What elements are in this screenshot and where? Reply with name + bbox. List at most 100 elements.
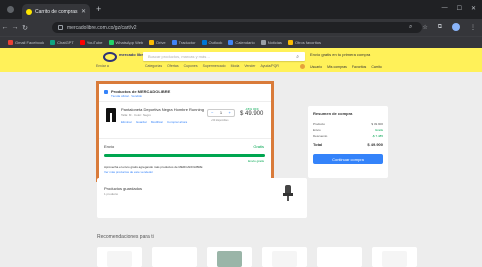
saved-products-card[interactable]: Productos guardados 1 producto xyxy=(97,178,307,218)
saved-title: Productos guardados xyxy=(104,186,143,191)
bookmark-item[interactable]: Traductor xyxy=(171,40,196,45)
category-link[interactable]: Cupones xyxy=(184,64,198,68)
search-icon[interactable]: ⌕ xyxy=(296,54,299,60)
recommendation-image xyxy=(272,251,297,267)
minimize-icon[interactable]: — xyxy=(442,5,448,12)
saved-count[interactable]: 1 producto xyxy=(104,192,118,196)
window-controls: — ☐ ✕ xyxy=(442,5,476,12)
recommendation-image xyxy=(327,251,352,267)
bookmark-item[interactable]: Outlook xyxy=(201,40,222,45)
close-tab-icon[interactable]: ✕ xyxy=(81,8,86,15)
browser-tab-active[interactable]: Carrito de compras ✕ xyxy=(22,4,90,19)
category-link[interactable]: Vender xyxy=(244,64,255,68)
recommendation-card[interactable] xyxy=(207,247,252,267)
bookmark-item[interactable]: WhatsApp Web xyxy=(108,40,143,45)
recommendations-title: Recomendaciones para ti xyxy=(97,234,154,240)
window-menu-icon[interactable] xyxy=(7,6,14,13)
profile-avatar-icon[interactable] xyxy=(452,23,460,31)
maximize-icon[interactable]: ☐ xyxy=(457,5,462,12)
bookmark-label: Drive xyxy=(156,40,166,45)
bookmark-favicon-icon xyxy=(171,40,177,45)
recommendation-card[interactable] xyxy=(262,247,307,267)
continue-purchase-button[interactable]: Continuar compra xyxy=(313,154,383,164)
tab-title: Carrito de compras xyxy=(35,8,78,15)
bookmark-item[interactable]: Gmail Facebook xyxy=(8,40,44,45)
bookmark-favicon-icon xyxy=(287,40,293,45)
bookmark-label: YouTube xyxy=(86,40,103,45)
bookmark-favicon-icon xyxy=(79,40,85,45)
category-nav: Categorías Ofertas Cupones Supermercado Moda… xyxy=(145,64,279,68)
total-label: Total xyxy=(313,142,323,147)
summary-row-value: -$ 7.485 xyxy=(371,134,383,138)
office-chair-image[interactable] xyxy=(283,185,293,201)
purchase-summary: Resumen de compra Producto $ 49.900 Enví… xyxy=(308,106,388,178)
bookmark-star-icon[interactable]: ☆ xyxy=(422,24,427,31)
summary-row-value: $ 49.900 xyxy=(371,122,383,126)
summary-row: Descuento -$ 7.485 xyxy=(313,134,383,138)
category-link[interactable]: Categorías xyxy=(145,64,162,68)
summary-title: Resumen de compra xyxy=(313,111,353,116)
bookmark-item[interactable]: YouTube xyxy=(79,40,103,45)
new-tab-icon[interactable]: + xyxy=(96,5,101,14)
bookmark-label: Gmail Facebook xyxy=(15,40,45,45)
search-input[interactable]: Buscar productos, marcas y más… xyxy=(148,54,210,59)
bookmark-item[interactable]: Otros favoritos xyxy=(287,40,321,45)
summary-row-label: Envío xyxy=(313,128,321,132)
menu-kebab-icon[interactable]: ⋮ xyxy=(470,24,476,31)
reload-icon[interactable]: ↻ xyxy=(20,24,30,32)
bookmark-item[interactable]: Noticias xyxy=(260,40,282,45)
category-link[interactable]: Moda xyxy=(231,64,240,68)
recommendation-image xyxy=(107,251,132,267)
back-icon[interactable]: ← xyxy=(0,24,10,31)
bookmark-favicon-icon xyxy=(8,40,13,45)
recommendation-card[interactable] xyxy=(152,247,197,267)
search-bar[interactable]: Buscar productos, marcas y más… ⌕ xyxy=(143,52,305,61)
recommendation-image xyxy=(162,251,187,267)
summary-row-value: Gratis xyxy=(374,128,383,132)
cart-page: Productos de MERCADOLIBRE Tienda oficial… xyxy=(0,72,482,267)
user-nav-link[interactable]: Mis compras xyxy=(327,65,347,69)
bookmark-item[interactable]: Calendario xyxy=(228,40,255,45)
bookmarks-bar: Gmail Facebook ChatGPT YouTube WhatsApp Web… xyxy=(0,36,482,48)
user-nav: Usuario Mis compras Favoritos Carrito xyxy=(300,64,382,69)
bookmark-label: Otros favoritos xyxy=(294,40,321,45)
total-value: $ 49.900 xyxy=(367,142,383,147)
browser-toolbar: ← → ↻ mercadolibre.com.co/gz/cart/v2 ⌕ ☆… xyxy=(0,19,482,36)
extensions-icon[interactable]: ⧉ xyxy=(438,24,442,31)
bookmark-item[interactable]: Drive xyxy=(149,40,166,45)
user-nav-link[interactable]: Favoritos xyxy=(352,65,366,69)
bookmark-label: Noticias xyxy=(267,40,282,45)
handshake-logo-icon xyxy=(103,52,117,62)
user-nav-link[interactable]: Usuario xyxy=(310,65,322,69)
user-nav-link[interactable]: Carrito xyxy=(371,65,382,69)
forward-icon[interactable]: → xyxy=(10,24,20,31)
recommendations-row xyxy=(97,247,417,267)
category-link[interactable]: Supermercado xyxy=(203,64,226,68)
bookmark-item[interactable]: ChatGPT xyxy=(50,40,74,45)
site-header: mercado libre Buscar productos, marcas y… xyxy=(0,48,482,72)
address-bar[interactable]: mercadolibre.com.co/gz/cart/v2 xyxy=(52,22,422,33)
recommendation-card[interactable] xyxy=(372,247,417,267)
summary-row-label: Producto xyxy=(313,122,326,126)
recommendation-card[interactable] xyxy=(97,247,142,267)
summary-row-label: Descuento xyxy=(313,134,328,138)
mercadolibre-logo[interactable]: mercado libre xyxy=(103,52,145,64)
category-link[interactable]: Ofertas xyxy=(167,64,178,68)
close-window-icon[interactable]: ✕ xyxy=(471,5,476,12)
summary-row: Envío Gratis xyxy=(313,128,383,132)
bookmark-label: ChatGPT xyxy=(57,40,74,45)
browser-titlebar: Carrito de compras ✕ + — ☐ ✕ xyxy=(0,0,482,19)
header-promo[interactable]: Envío gratis en tu primera compra xyxy=(310,52,370,57)
search-tabs-icon[interactable]: ⌕ xyxy=(409,24,412,31)
highlight-frame xyxy=(96,81,274,182)
summary-row: Producto $ 49.900 xyxy=(313,122,383,126)
category-link[interactable]: Ayuda/PQR xyxy=(260,64,278,68)
recommendation-image xyxy=(382,251,407,267)
site-info-icon[interactable] xyxy=(58,25,63,30)
shipping-location[interactable]: Enviar a xyxy=(96,64,109,68)
user-avatar[interactable] xyxy=(300,64,305,69)
bookmark-favicon-icon xyxy=(201,40,207,45)
mercadolibre-favicon-icon xyxy=(26,8,32,15)
recommendation-card[interactable] xyxy=(317,247,362,267)
toolbar-actions: ⌕ ☆ ⧉ ⋮ xyxy=(409,23,476,31)
